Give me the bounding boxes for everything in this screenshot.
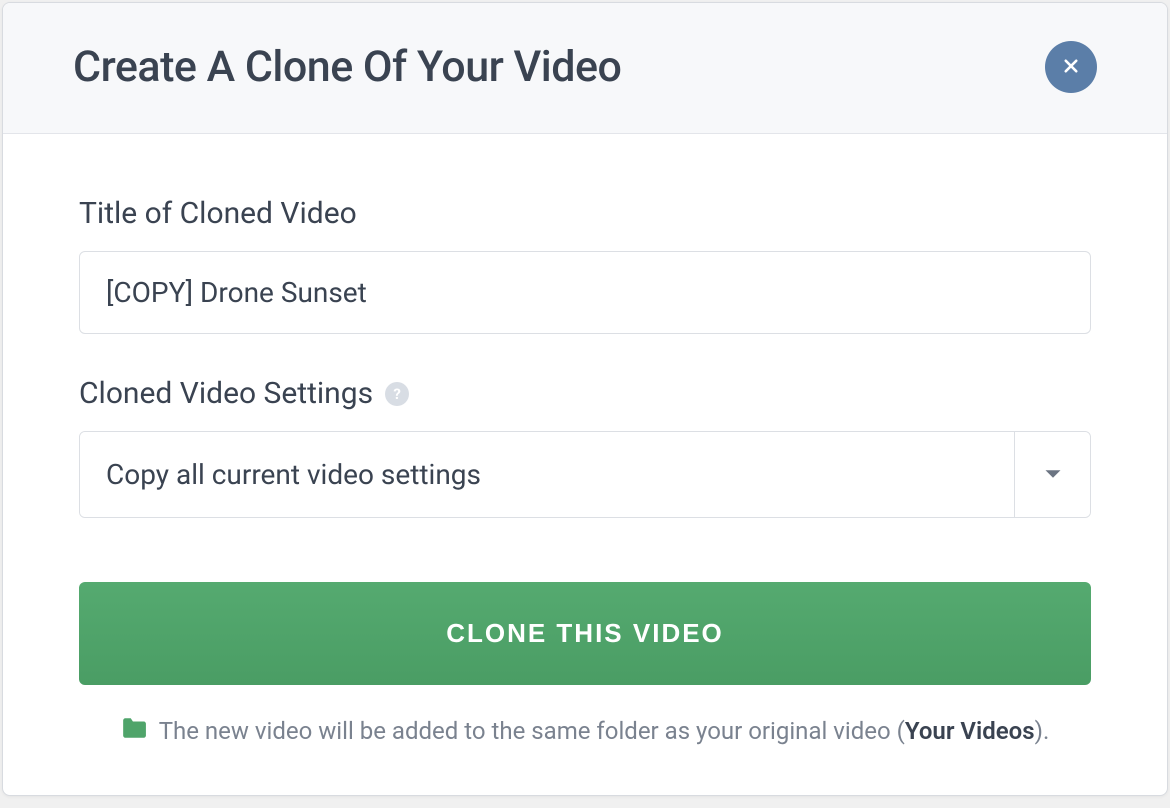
modal-body: Title of Cloned Video Cloned Video Setti… bbox=[3, 134, 1167, 795]
settings-field-group: Cloned Video Settings ? Copy all current… bbox=[79, 376, 1091, 518]
hint-folder-name: Your Videos bbox=[905, 717, 1035, 745]
hint-suffix: ). bbox=[1035, 717, 1050, 745]
folder-hint: The new video will be added to the same … bbox=[79, 717, 1091, 745]
settings-label-text: Cloned Video Settings bbox=[79, 376, 373, 411]
close-icon bbox=[1062, 57, 1080, 78]
help-icon[interactable]: ? bbox=[385, 382, 409, 406]
caret-down-icon bbox=[1044, 465, 1062, 484]
settings-select[interactable]: Copy all current video settings bbox=[79, 431, 1091, 518]
title-label: Title of Cloned Video bbox=[79, 196, 1091, 231]
settings-select-value: Copy all current video settings bbox=[80, 432, 1014, 517]
hint-prefix: The new video will be added to the same … bbox=[159, 717, 905, 745]
settings-select-caret bbox=[1014, 432, 1090, 517]
title-input[interactable] bbox=[79, 251, 1091, 334]
modal-header: Create A Clone Of Your Video bbox=[3, 3, 1167, 134]
modal-title: Create A Clone Of Your Video bbox=[73, 42, 621, 92]
clone-button[interactable]: CLONE THIS VIDEO bbox=[79, 582, 1091, 685]
close-button[interactable] bbox=[1045, 41, 1097, 93]
title-field-group: Title of Cloned Video bbox=[79, 196, 1091, 334]
folder-icon bbox=[121, 717, 147, 745]
hint-text: The new video will be added to the same … bbox=[159, 717, 1050, 745]
settings-label: Cloned Video Settings ? bbox=[79, 376, 1091, 411]
clone-video-modal: Create A Clone Of Your Video Title of Cl… bbox=[2, 2, 1168, 796]
